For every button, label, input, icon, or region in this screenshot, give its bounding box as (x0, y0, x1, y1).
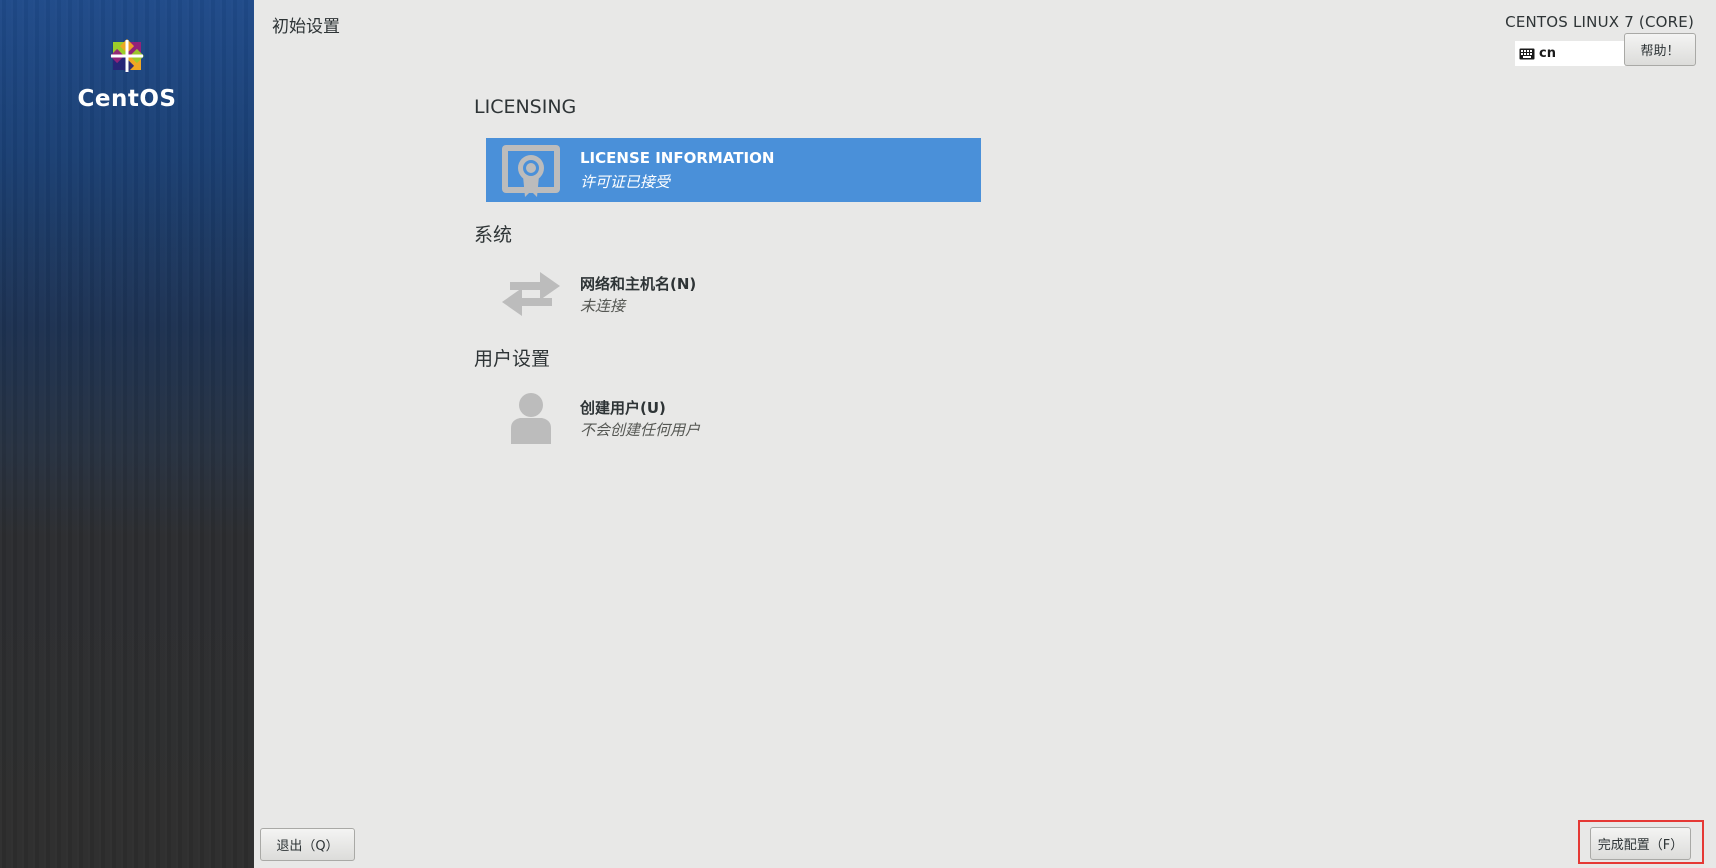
spoke-title: 创建用户(U) (580, 399, 666, 417)
finish-configuration-button[interactable]: 完成配置（F） (1590, 827, 1691, 860)
centos-logo: CentOS (0, 32, 254, 112)
spoke-status: 未连接 (580, 297, 626, 315)
license-icon (502, 145, 560, 197)
sidebar-texture (0, 0, 254, 868)
keyboard-layout-label: cn (1539, 46, 1556, 61)
section-title-system: 系统 (474, 224, 513, 246)
section-title-licensing: LICENSING (474, 96, 577, 118)
section-title-user-settings: 用户设置 (474, 348, 551, 370)
network-arrows-icon (502, 272, 560, 316)
keyboard-layout-indicator[interactable]: cn (1515, 41, 1625, 66)
spoke-title: LICENSE INFORMATION (580, 149, 775, 167)
logo-text: CentOS (77, 86, 177, 112)
spoke-title: 网络和主机名(N) (580, 275, 697, 293)
page-title: 初始设置 (272, 17, 340, 37)
spoke-network-hostname[interactable]: 网络和主机名(N) 未连接 (486, 262, 981, 326)
user-icon (511, 393, 551, 444)
product-title: CENTOS LINUX 7 (CORE) (1505, 13, 1694, 31)
quit-button[interactable]: 退出（Q） (260, 828, 355, 861)
keyboard-icon (1519, 48, 1535, 59)
help-button[interactable]: 帮助！ (1624, 33, 1696, 66)
spoke-create-user[interactable]: 创建用户(U) 不会创建任何用户 (486, 386, 981, 450)
spoke-status: 许可证已接受 (580, 173, 671, 191)
sidebar: CentOS (0, 0, 254, 868)
spoke-status: 不会创建任何用户 (580, 421, 701, 439)
spoke-license-information[interactable]: LICENSE INFORMATION 许可证已接受 (486, 138, 981, 202)
initial-setup-window: CentOS 初始设置 CENTOS LINUX 7 (CORE) cn 帮助！… (0, 0, 1716, 868)
centos-logo-icon (110, 39, 144, 73)
